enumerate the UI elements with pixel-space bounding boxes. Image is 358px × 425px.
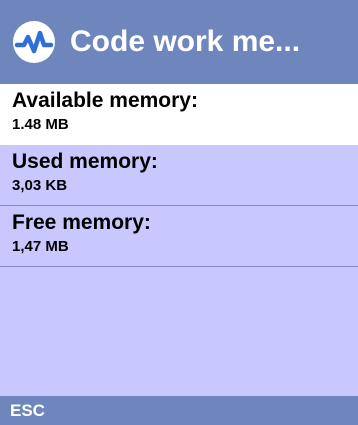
memory-info-list: Available memory: 1.48 MB Used memory: 3…	[0, 84, 358, 267]
activity-waveform-icon	[12, 20, 56, 64]
title-bar: Code work me...	[0, 0, 358, 84]
free-memory-label: Free memory:	[12, 211, 151, 234]
available-memory-value: 1.48 MB	[12, 116, 69, 133]
esc-softkey[interactable]: ESC	[10, 400, 45, 422]
list-item-available-memory[interactable]: Available memory: 1.48 MB	[0, 84, 358, 145]
used-memory-label: Used memory:	[12, 150, 158, 173]
used-memory-value: 3,03 KB	[12, 177, 68, 194]
available-memory-label: Available memory:	[12, 89, 198, 112]
list-item-free-memory[interactable]: Free memory: 1,47 MB	[0, 206, 358, 267]
page-title: Code work me...	[70, 25, 301, 58]
list-item-used-memory[interactable]: Used memory: 3,03 KB	[0, 145, 358, 206]
app-screen: Code work me... Available memory: 1.48 M…	[0, 0, 358, 425]
softkey-bar: ESC	[0, 396, 358, 425]
free-memory-value: 1,47 MB	[12, 238, 69, 255]
